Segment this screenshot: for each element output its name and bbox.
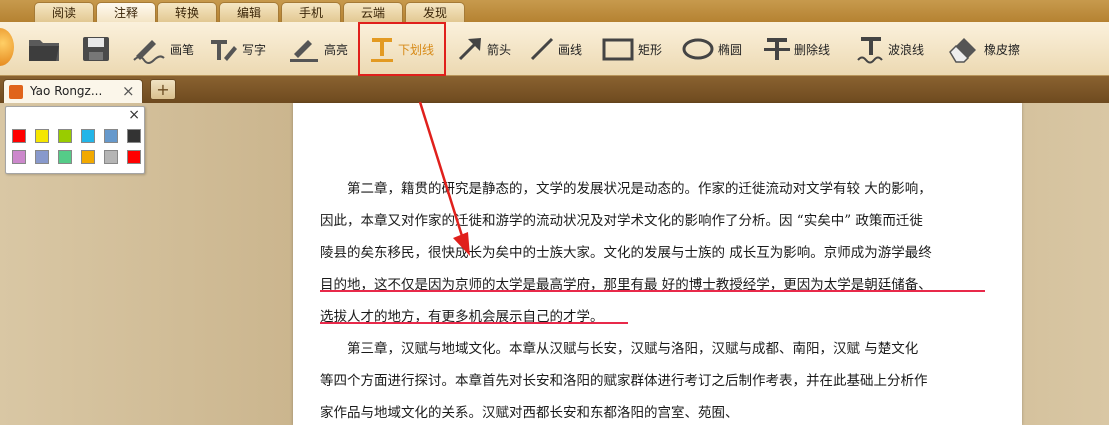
pen-label: 画笔	[170, 42, 195, 57]
arrow-label: 箭头	[487, 42, 512, 57]
color-swatch[interactable]	[12, 150, 26, 164]
squiggly-label: 波浪线	[888, 42, 925, 57]
folder-icon	[29, 40, 59, 61]
open-file-button[interactable]	[26, 26, 62, 72]
line-tool[interactable]: 画线	[528, 26, 582, 72]
document-tab[interactable]: Yao Rongz... ×	[3, 79, 143, 103]
document-workspace[interactable]: 第二章，籍贯的研究是静态的，文学的发展状况是动态的。作家的迁徙流动对文学有较 大…	[0, 103, 1109, 425]
typewriter-label: 写字	[242, 42, 267, 57]
typewriter-tool[interactable]: 写字	[208, 26, 266, 72]
menu-tab-mobile[interactable]: 手机	[281, 2, 341, 22]
text-line: 第二章，籍贯的研究是静态的，文学的发展状况是动态的。作家的迁徙流动对文学有较 大…	[320, 181, 932, 197]
eraser-icon	[949, 38, 976, 63]
ellipse-icon	[682, 38, 714, 60]
strikeout-label: 删除线	[794, 42, 831, 57]
strikeout-tool[interactable]: 删除线	[762, 26, 830, 72]
document-tab-strip: Yao Rongz... × +	[0, 76, 1109, 103]
eraser-tool[interactable]: 橡皮擦	[946, 26, 1020, 72]
underline-annotation[interactable]	[320, 290, 985, 292]
arrow-icon	[458, 38, 481, 61]
typewriter-icon	[211, 40, 237, 61]
color-palette: ×	[5, 106, 145, 174]
menu-tab-edit[interactable]: 编辑	[219, 2, 279, 22]
underline-label: 下划线	[398, 42, 435, 57]
document-tab-title: Yao Rongz...	[30, 84, 103, 98]
app-logo-icon[interactable]	[0, 28, 14, 66]
text-line: 等四个方面进行探讨。本章首先对长安和洛阳的赋家群体进行考订之后制作考表，并在此基…	[320, 373, 928, 389]
highlight-label: 高亮	[324, 42, 349, 57]
color-swatch[interactable]	[104, 150, 118, 164]
save-icon	[83, 37, 109, 61]
rectangle-tool[interactable]: 矩形	[600, 26, 662, 72]
pen-icon	[133, 40, 165, 64]
menu-tab-read[interactable]: 阅读	[34, 2, 94, 22]
palette-close-icon[interactable]: ×	[128, 107, 140, 123]
ellipse-label: 椭圆	[718, 42, 743, 57]
text-line: 因此，本章又对作家的迁徙和游学的流动状况及对学术文化的影响作了分析。因 “实矣中…	[320, 213, 923, 229]
squiggly-icon	[857, 37, 883, 64]
color-swatch[interactable]	[35, 150, 49, 164]
document-page[interactable]: 第二章，籍贯的研究是静态的，文学的发展状况是动态的。作家的迁徙流动对文学有较 大…	[293, 103, 1022, 425]
color-swatch[interactable]	[81, 129, 95, 143]
ellipse-tool[interactable]: 椭圆	[680, 26, 742, 72]
arrow-tool[interactable]: 箭头	[455, 26, 511, 72]
new-tab-button[interactable]: +	[150, 79, 176, 100]
squiggly-tool[interactable]: 波浪线	[856, 26, 924, 72]
color-swatch[interactable]	[81, 150, 95, 164]
annotation-toolbar: 画笔 写字 高亮 下划线 箭头 画线 矩形 椭圆 删除线 波浪线 橡皮擦	[0, 22, 1109, 76]
text-line: 家作品与地域文化的关系。汉赋对西都长安和东都洛阳的宫室、苑囿、	[320, 405, 739, 421]
strikeout-icon	[764, 38, 790, 60]
color-swatch[interactable]	[58, 150, 72, 164]
rectangle-label: 矩形	[638, 42, 663, 57]
menu-tab-discover[interactable]: 发现	[405, 2, 465, 22]
tab-close-icon[interactable]: ×	[122, 82, 135, 100]
color-swatch[interactable]	[12, 129, 26, 143]
menu-tab-cloud[interactable]: 云端	[343, 2, 403, 22]
underline-annotation[interactable]	[320, 322, 628, 324]
line-label: 画线	[558, 42, 583, 57]
rectangle-icon	[602, 38, 634, 61]
color-swatch[interactable]	[35, 129, 49, 143]
underline-icon	[371, 38, 393, 62]
menu-tab-convert[interactable]: 转换	[157, 2, 217, 22]
highlighter-icon	[290, 40, 318, 62]
highlight-tool[interactable]: 高亮	[286, 26, 348, 72]
text-line: 陵县的矣东移民，很快成长为矣中的士族大家。文化的发展与士族的 成长互为影响。京师…	[320, 245, 932, 261]
color-swatch[interactable]	[58, 129, 72, 143]
eraser-label: 橡皮擦	[984, 42, 1021, 57]
pdf-file-icon	[9, 85, 23, 99]
pen-tool[interactable]: 画笔	[130, 26, 194, 72]
line-icon	[530, 37, 554, 61]
save-button[interactable]	[80, 26, 112, 72]
menu-bar: 阅读 注释 转换 编辑 手机 云端 发现	[0, 0, 1109, 22]
text-line: 第三章，汉赋与地域文化。本章从汉赋与长安，汉赋与洛阳，汉赋与成都、南阳，汉赋 与…	[320, 341, 919, 357]
color-swatch[interactable]	[127, 129, 141, 143]
color-swatch[interactable]	[104, 129, 118, 143]
underline-tool[interactable]: 下划线	[358, 22, 446, 76]
menu-tab-annotate[interactable]: 注释	[96, 2, 156, 22]
color-swatch[interactable]	[127, 150, 141, 164]
